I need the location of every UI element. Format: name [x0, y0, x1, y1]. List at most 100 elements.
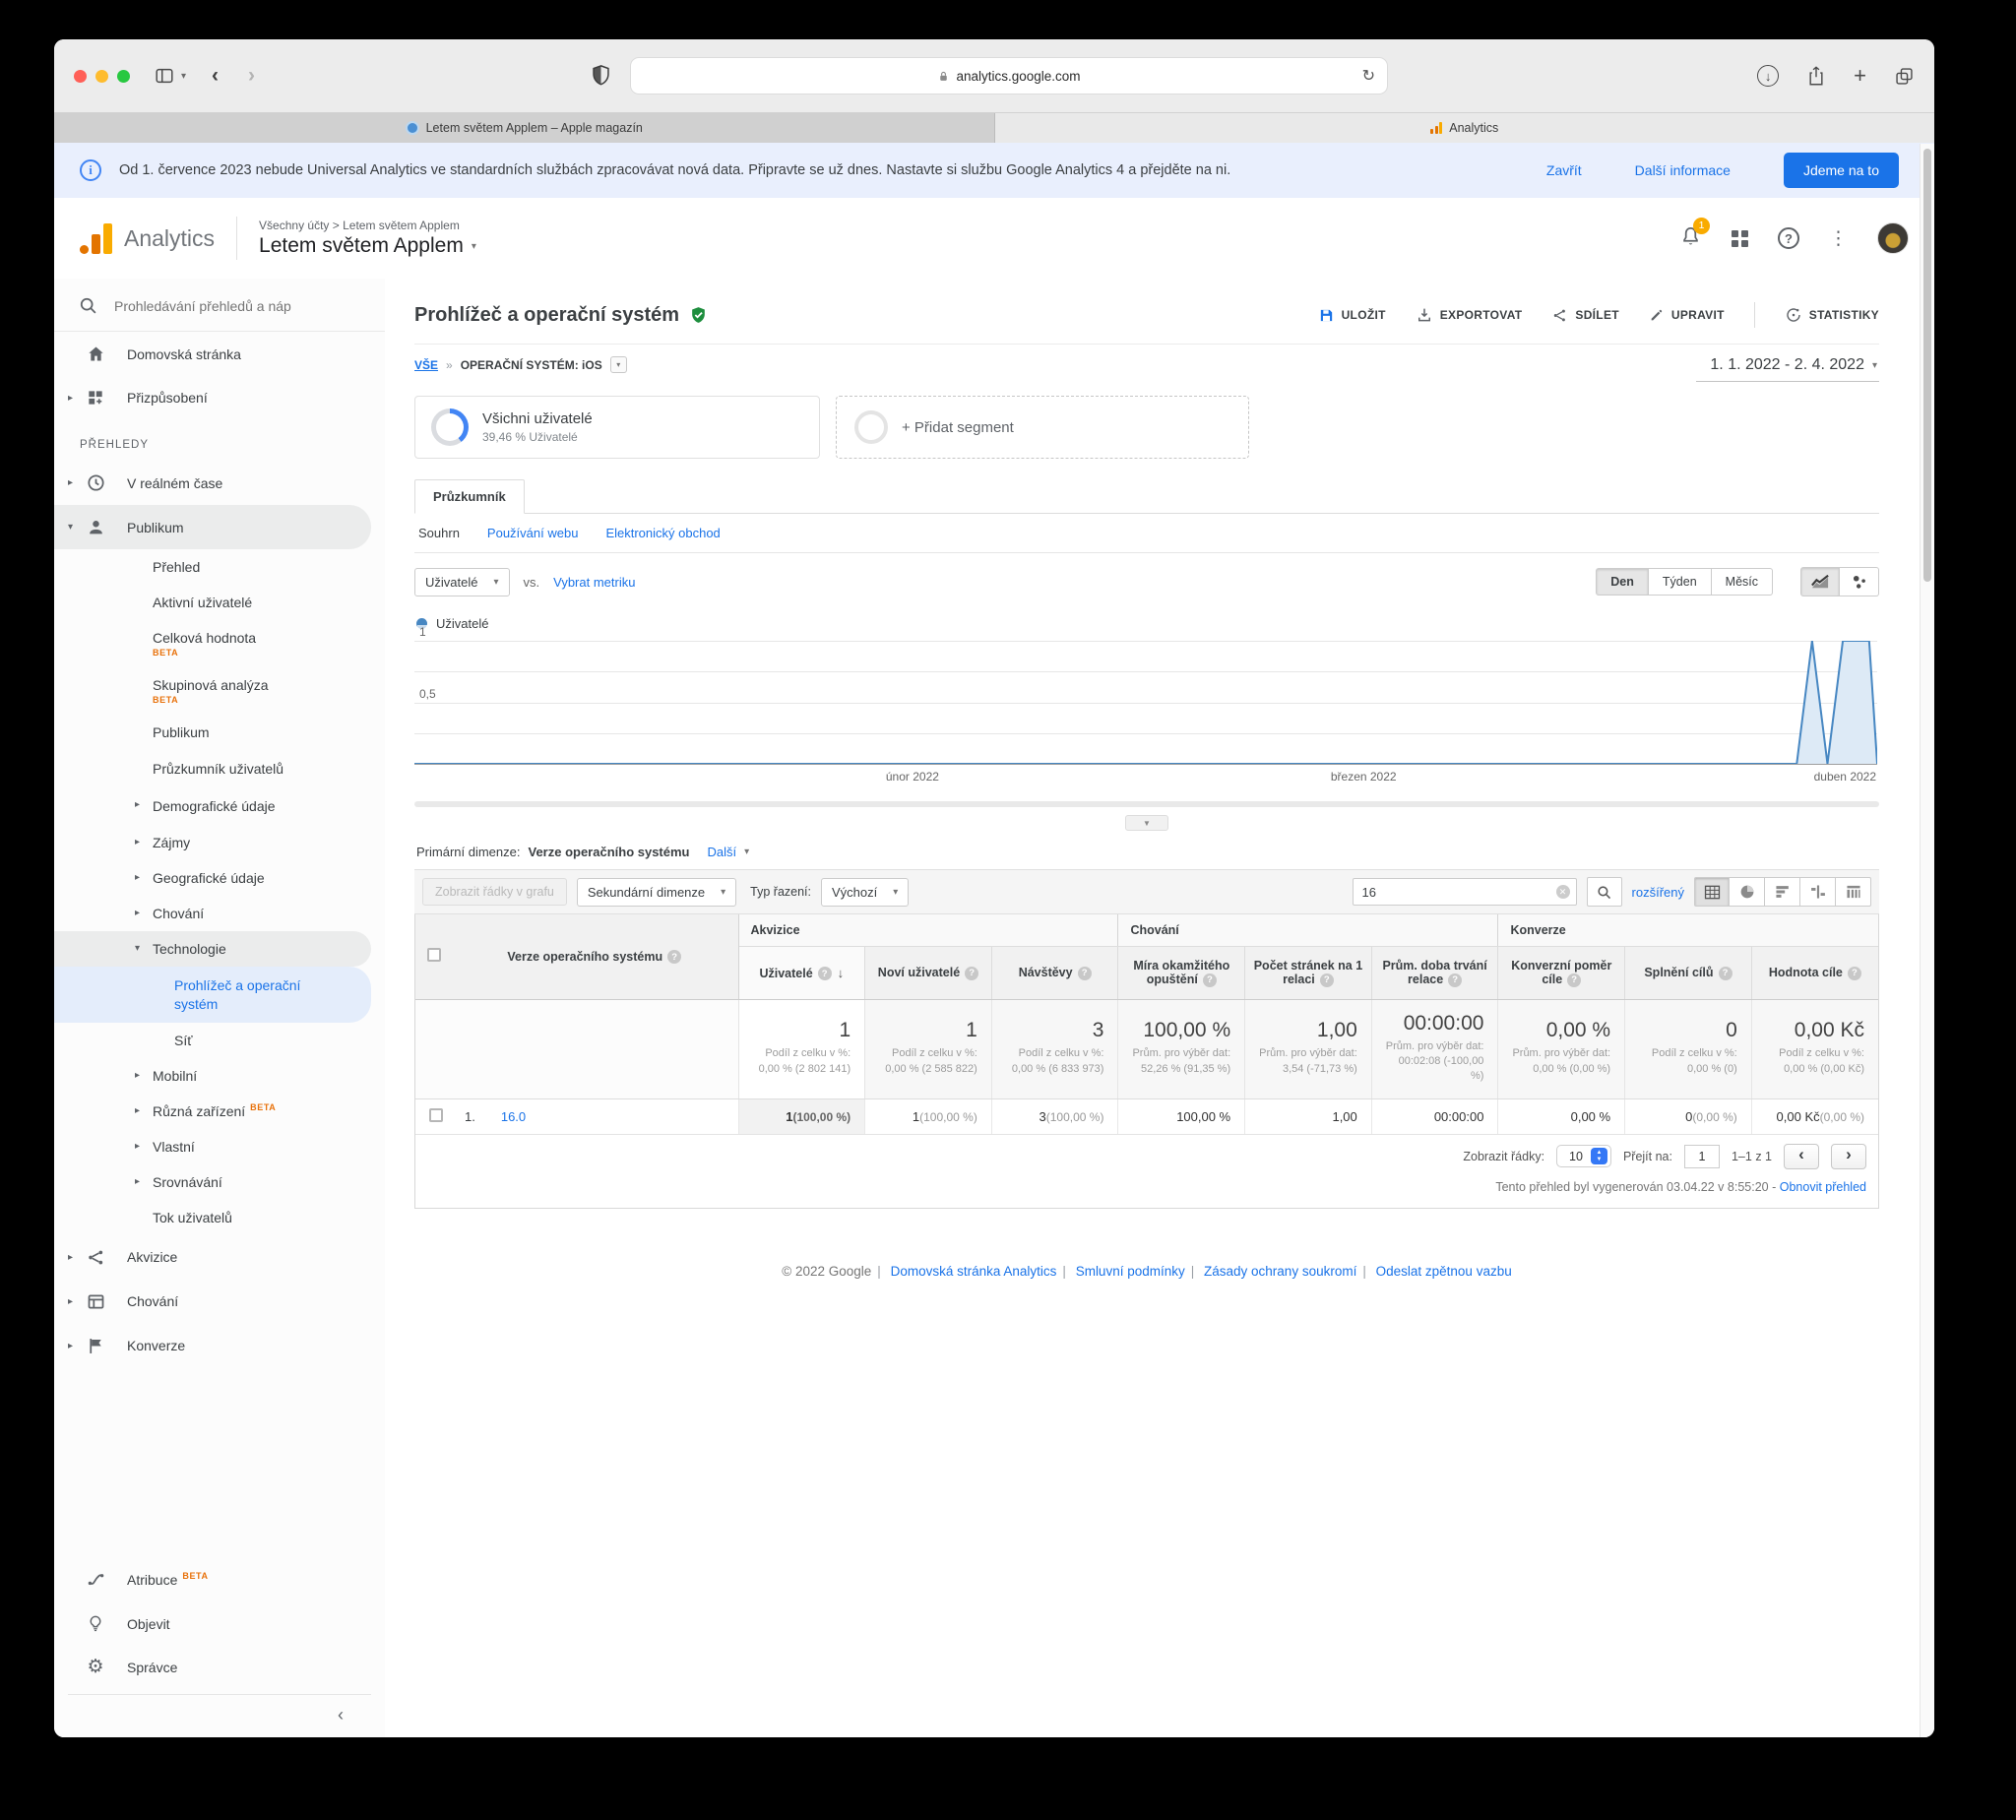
- sort-type-select[interactable]: Výchozí▾: [821, 878, 909, 907]
- granularity-day[interactable]: Den: [1596, 568, 1649, 596]
- secondary-dimension-select[interactable]: Sekundární dimenze▾: [577, 878, 736, 907]
- footer-privacy-link[interactable]: Zásady ochrany soukromí: [1204, 1264, 1356, 1279]
- sidebar-item-conversions[interactable]: ▸ Konverze: [54, 1324, 385, 1368]
- sidebar-item-audience[interactable]: ▾ Publikum: [54, 505, 371, 549]
- sidebar-collapse-icon[interactable]: ‹: [338, 1705, 344, 1726]
- insights-button[interactable]: STATISTIKY: [1785, 306, 1879, 324]
- refresh-report-link[interactable]: Obnovit přehled: [1780, 1180, 1866, 1194]
- kebab-menu-icon[interactable]: ⋮: [1829, 227, 1848, 250]
- sidebar-item-network[interactable]: Síť: [54, 1023, 385, 1058]
- help-icon[interactable]: ?: [1203, 973, 1217, 987]
- forward-button[interactable]: ›: [248, 64, 255, 88]
- page-scrollbar[interactable]: [1920, 144, 1934, 1737]
- sidebar-item-acquisition[interactable]: ▸ Akvizice: [54, 1235, 385, 1280]
- sidebar-item-attribution[interactable]: AtribuceBETA: [54, 1557, 385, 1601]
- chart-collapse-handle[interactable]: ▼: [1125, 815, 1168, 831]
- sidebar-item-interests[interactable]: ▸Zájmy: [54, 825, 385, 860]
- column-header-avg-session-duration[interactable]: Prům. doba trvání relace?: [1371, 947, 1498, 1000]
- help-icon[interactable]: ?: [818, 967, 832, 980]
- subtab-ecommerce[interactable]: Elektronický obchod: [605, 526, 720, 540]
- zoom-window-button[interactable]: [117, 70, 130, 83]
- sidebar-search[interactable]: [54, 279, 385, 332]
- line-chart-toggle[interactable]: [1800, 567, 1840, 596]
- sidebar-item-user-explorer[interactable]: Průzkumník uživatelů: [54, 750, 385, 787]
- subtab-site-usage[interactable]: Používání webu: [487, 526, 579, 540]
- minimize-window-button[interactable]: [95, 70, 108, 83]
- sidebar-item-demographics[interactable]: ▸Demografické údaje: [54, 787, 385, 825]
- banner-dismiss-link[interactable]: Zavřít: [1546, 162, 1582, 178]
- column-header-goal-completions[interactable]: Splnění cílů?: [1625, 947, 1752, 1000]
- sidebar-item-admin[interactable]: ⚙ Správce: [54, 1646, 385, 1688]
- avatar[interactable]: [1877, 222, 1909, 254]
- footer-feedback-link[interactable]: Odeslat zpětnou vazbu: [1376, 1264, 1512, 1279]
- breadcrumb-dropdown[interactable]: ▾: [610, 356, 627, 373]
- scrollbar-thumb[interactable]: [1923, 149, 1931, 582]
- column-header-pages-per-session[interactable]: Počet stránek na 1 relaci?: [1245, 947, 1372, 1000]
- granularity-month[interactable]: Měsíc: [1712, 568, 1773, 596]
- sidebar-item-home[interactable]: Domovská stránka: [54, 332, 385, 376]
- sidebar-toggle-icon[interactable]: [154, 65, 175, 87]
- sidebar-item-behavior-top[interactable]: ▸ Chování: [54, 1280, 385, 1324]
- new-tab-button[interactable]: +: [1854, 65, 1866, 87]
- motion-chart-toggle[interactable]: [1840, 567, 1879, 596]
- share-report-button[interactable]: SDÍLET: [1551, 307, 1618, 324]
- help-icon[interactable]: ?: [1448, 973, 1462, 987]
- tab-explorer[interactable]: Průzkumník: [414, 479, 525, 514]
- primary-dimension-value[interactable]: Verze operačního systému: [528, 845, 689, 859]
- sidebar-item-custom[interactable]: ▸Vlastní: [54, 1129, 385, 1164]
- dimension-column-header[interactable]: Verze operačního systému?: [451, 914, 738, 999]
- back-button[interactable]: ‹: [212, 64, 219, 88]
- clear-search-icon[interactable]: ✕: [1556, 885, 1570, 899]
- help-icon[interactable]: ?: [1320, 973, 1334, 987]
- help-icon[interactable]: ?: [1778, 227, 1799, 249]
- close-window-button[interactable]: [74, 70, 87, 83]
- sidebar-item-benchmarking[interactable]: ▸Srovnávání: [54, 1164, 385, 1200]
- banner-more-info-link[interactable]: Další informace: [1635, 162, 1731, 178]
- sidebar-item-customization[interactable]: ▸ Přizpůsobení: [54, 376, 385, 419]
- previous-page-button[interactable]: ‹: [1784, 1144, 1819, 1169]
- sidebar-item-lifetime-value[interactable]: Celková hodnotaBETA: [54, 620, 385, 667]
- export-button[interactable]: EXPORTOVAT: [1416, 306, 1523, 324]
- apps-grid-icon[interactable]: [1732, 230, 1748, 247]
- tab-analytics[interactable]: Analytics: [995, 113, 1935, 143]
- sidebar-item-discover[interactable]: Objevit: [54, 1601, 385, 1646]
- address-bar[interactable]: analytics.google.com ↻: [630, 57, 1388, 94]
- chart-brush-strip[interactable]: [414, 801, 1879, 807]
- tab-letem-svetem-applem[interactable]: Letem světem Applem – Apple magazín: [54, 113, 995, 143]
- help-icon[interactable]: ?: [667, 950, 681, 964]
- add-segment-button[interactable]: + Přidat segment: [836, 396, 1249, 459]
- sidebar-item-geo[interactable]: ▸Geografické údaje: [54, 860, 385, 896]
- segment-all-users[interactable]: Všichni uživatelé 39,46 % Uživatelé: [414, 396, 820, 459]
- reload-icon[interactable]: ↻: [1362, 66, 1375, 86]
- help-icon[interactable]: ?: [1567, 973, 1581, 987]
- chevron-down-icon[interactable]: ▾: [181, 71, 186, 82]
- account-switcher[interactable]: Všechny účty > Letem světem Applem Letem…: [259, 219, 476, 258]
- granularity-week[interactable]: Týden: [1649, 568, 1712, 596]
- advanced-search-link[interactable]: rozšířený: [1632, 885, 1684, 900]
- pivot-view-icon[interactable]: [1836, 877, 1871, 907]
- dimension-value-link[interactable]: 16.0: [501, 1109, 526, 1124]
- privacy-shield-icon[interactable]: [591, 63, 611, 88]
- rows-per-page-select[interactable]: 10 ▲▼: [1556, 1145, 1611, 1167]
- share-icon[interactable]: [1806, 64, 1826, 88]
- analytics-logo-icon[interactable]: [80, 222, 112, 254]
- column-header-goal-conversion-rate[interactable]: Konverzní poměr cíle?: [1498, 947, 1625, 1000]
- sidebar-item-mobile[interactable]: ▸Mobilní: [54, 1058, 385, 1094]
- subtab-summary[interactable]: Souhrn: [418, 526, 460, 540]
- plot-rows-button[interactable]: Zobrazit řádky v grafu: [422, 878, 567, 906]
- notifications-button[interactable]: 1: [1679, 224, 1702, 253]
- percentage-view-icon[interactable]: [1730, 877, 1765, 907]
- save-button[interactable]: ULOŽIT: [1318, 307, 1386, 324]
- sidebar-item-cross-device[interactable]: ▸Různá zařízeníBETA: [54, 1094, 385, 1129]
- table-view-icon[interactable]: [1694, 877, 1730, 907]
- sidebar-item-users-flow[interactable]: Tok uživatelů: [54, 1200, 385, 1235]
- breadcrumb-all-link[interactable]: VŠE: [414, 358, 438, 372]
- sidebar-item-overview[interactable]: Přehled: [54, 549, 385, 585]
- more-dimensions-link[interactable]: Další: [708, 845, 737, 859]
- date-range-selector[interactable]: 1. 1. 2022 - 2. 4. 2022 ▾: [1696, 356, 1879, 382]
- metric-select[interactable]: Uživatelé▾: [414, 568, 510, 596]
- banner-cta-button[interactable]: Jdeme na to: [1784, 153, 1899, 188]
- sidebar-item-cohort-analysis[interactable]: Skupinová analýzaBETA: [54, 667, 385, 715]
- sidebar-item-behavior[interactable]: ▸Chování: [54, 896, 385, 931]
- sidebar-item-technology[interactable]: ▾Technologie: [54, 931, 371, 967]
